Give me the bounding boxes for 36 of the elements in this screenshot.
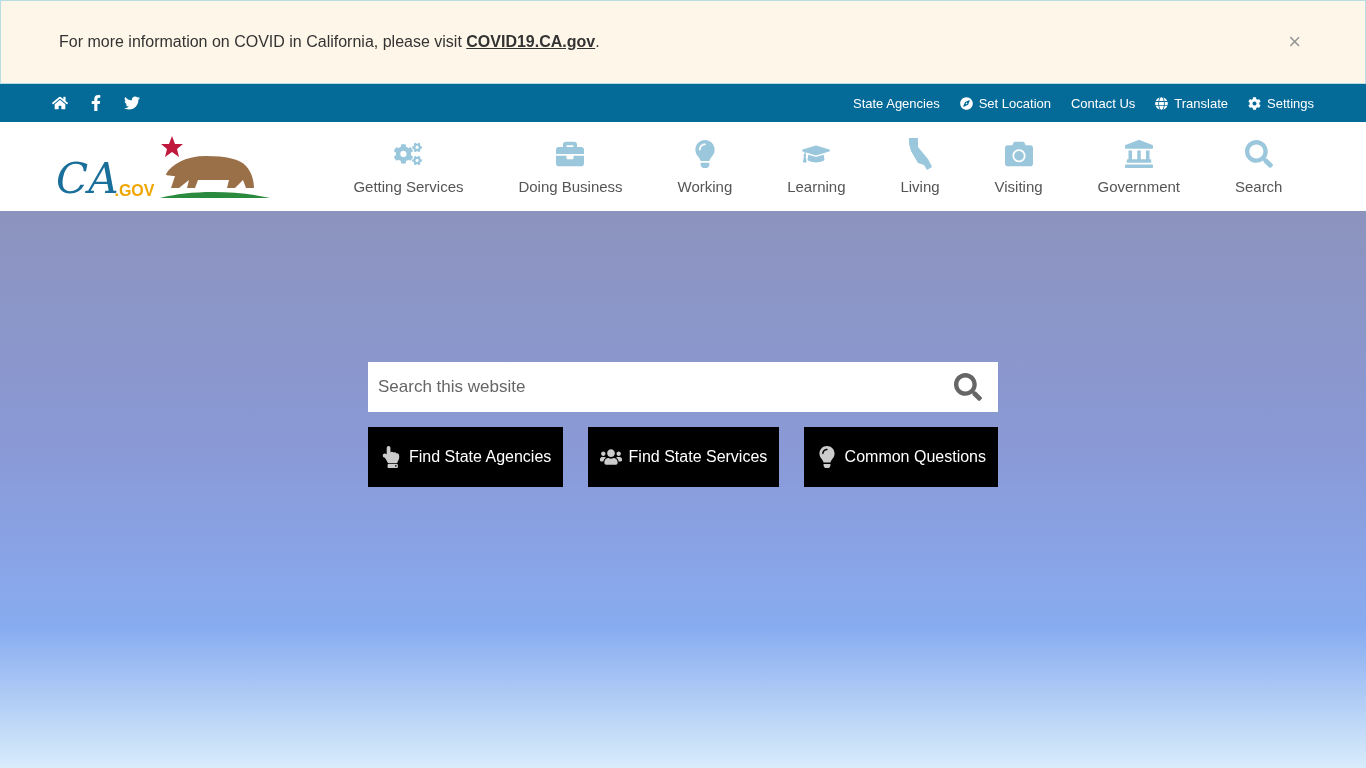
nav-item[interactable]: Doing Business (518, 138, 623, 195)
settings-icon (1248, 96, 1261, 110)
nav-item[interactable]: Government (1097, 138, 1181, 195)
nav-item[interactable]: Living (900, 138, 940, 195)
nav-item[interactable]: Getting Services (353, 138, 464, 195)
gears-icon (394, 140, 423, 168)
site-logo[interactable]: CA.GOV (56, 133, 306, 200)
state-map-icon (907, 138, 933, 170)
twitter-link[interactable] (124, 95, 140, 111)
pointer-hand-icon (380, 446, 402, 468)
utility-link[interactable]: Translate (1155, 95, 1228, 111)
nav-item[interactable]: Working (677, 138, 733, 195)
home-link[interactable] (52, 95, 68, 111)
quick-link-button[interactable]: Common Questions (803, 427, 998, 487)
search-icon (1244, 140, 1273, 168)
search-field[interactable]: Search this website (368, 362, 998, 412)
alert-message: For more information on COVID in California, please visit COVID19.CA.gov. (59, 33, 600, 51)
quick-link-button[interactable]: Find State Services (587, 427, 780, 487)
globe-icon (1155, 96, 1169, 110)
compass-icon (959, 96, 973, 110)
covid-link[interactable]: COVID19.CA.gov (466, 33, 596, 50)
camera-icon (1004, 140, 1033, 168)
people-icon (599, 446, 622, 468)
quick-link-button[interactable]: Find State Agencies (368, 427, 564, 487)
nav-item[interactable]: Visiting (994, 138, 1043, 195)
utility-link[interactable]: Contact Us (1071, 95, 1136, 111)
utility-link[interactable]: Set Location (959, 95, 1051, 111)
utility-link[interactable]: Settings (1248, 95, 1314, 111)
twitter-icon (124, 95, 140, 111)
briefcase-icon (556, 140, 585, 168)
nav-item[interactable]: Learning (787, 138, 846, 195)
home-icon (52, 95, 68, 111)
utility-link[interactable]: State Agencies (852, 95, 940, 111)
capitol-icon (1124, 140, 1153, 168)
nav-item[interactable]: Search (1234, 138, 1283, 195)
search-icon (954, 373, 982, 401)
